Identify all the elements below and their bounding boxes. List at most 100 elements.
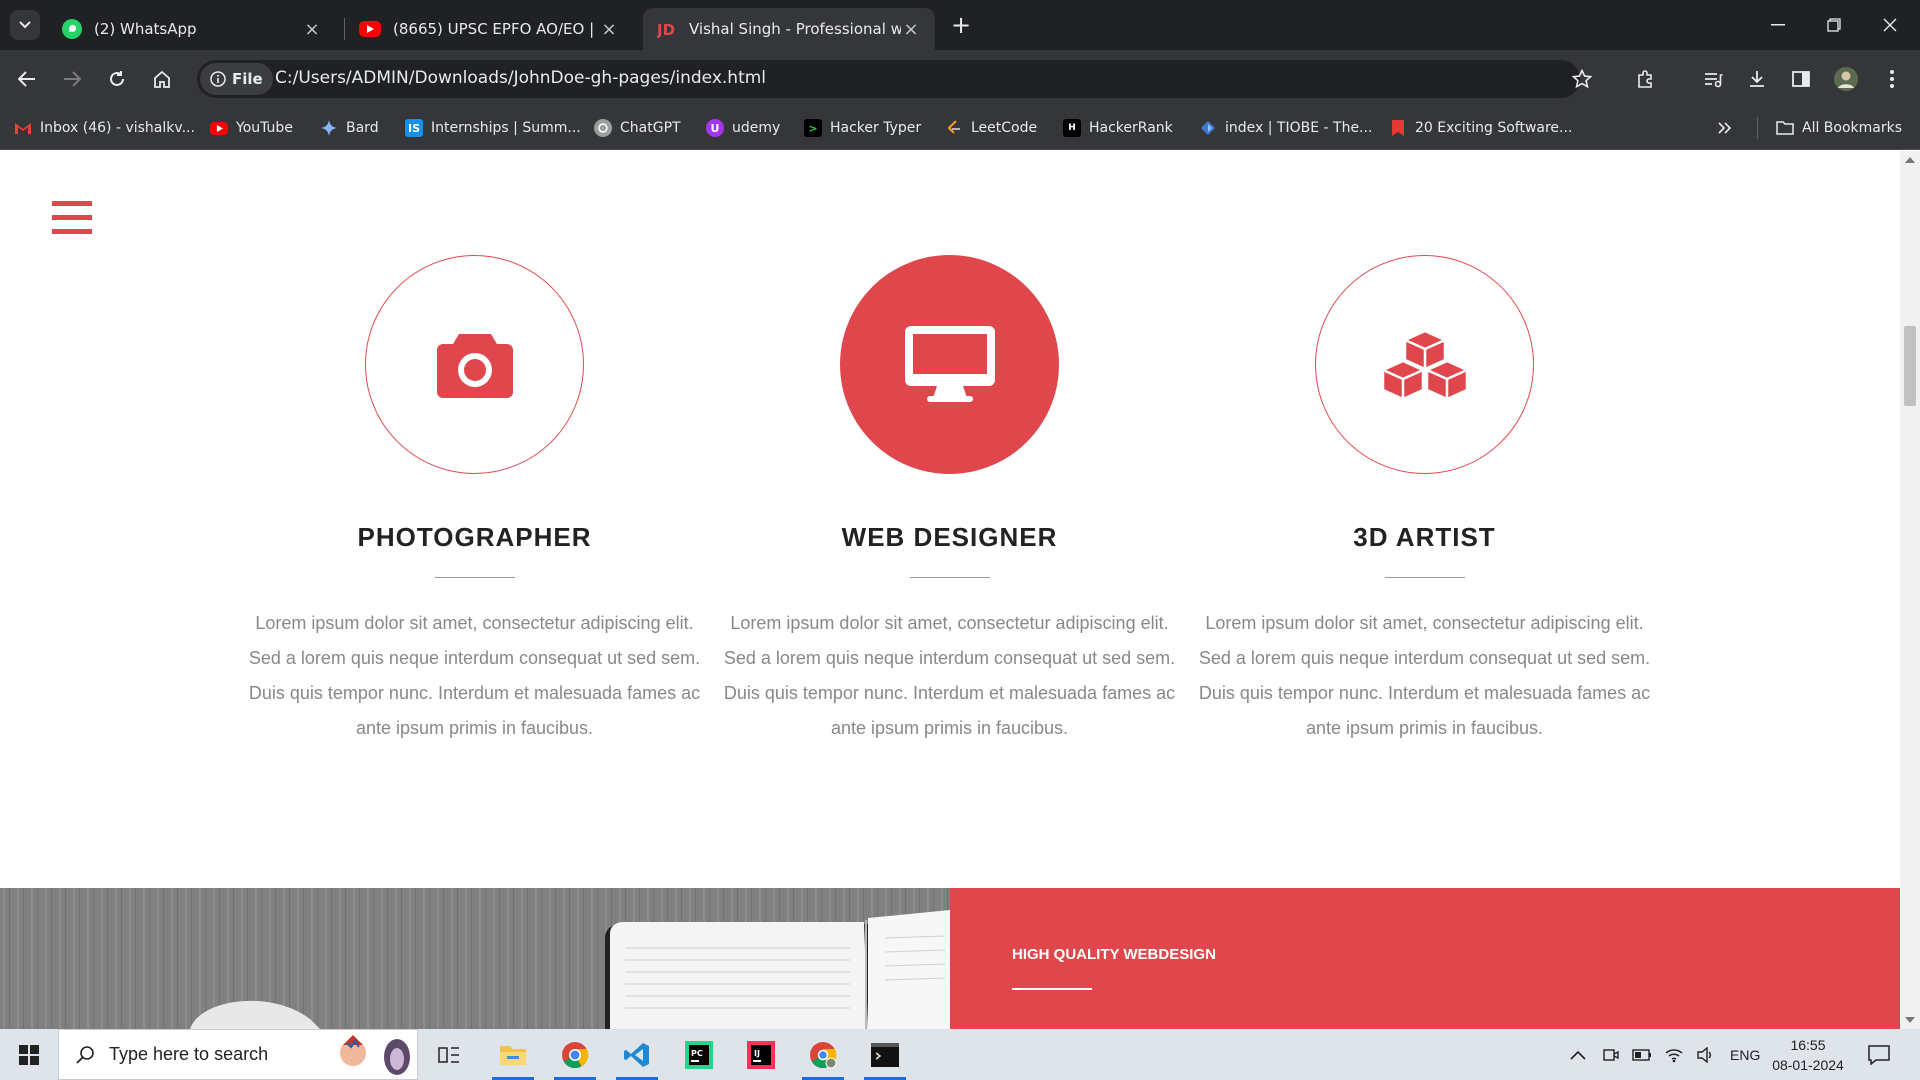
site-info-chip[interactable]: File — [200, 63, 273, 95]
bookmark-separator — [1757, 117, 1758, 139]
svg-text:IJ: IJ — [754, 1049, 760, 1058]
taskbar-intellij[interactable]: IJ — [732, 1029, 790, 1080]
profile-avatar[interactable] — [1831, 64, 1861, 94]
bookmark-label: udemy — [732, 120, 781, 136]
service-description: Lorem ipsum dolor sit amet, consectetur … — [248, 613, 701, 738]
chrome-profile-icon — [810, 1041, 837, 1068]
side-panel-button[interactable] — [1786, 64, 1816, 94]
tab-whatsapp[interactable]: (2) WhatsApp × — [48, 8, 336, 50]
menu-toggle-button[interactable] — [52, 201, 92, 235]
scroll-up-arrow[interactable] — [1905, 157, 1915, 163]
meet-now-icon[interactable] — [1602, 1046, 1620, 1064]
chevron-up-icon[interactable] — [1570, 1050, 1586, 1060]
all-bookmarks-label: All Bookmarks — [1802, 120, 1903, 136]
task-view-icon — [438, 1046, 459, 1063]
bookmark-label: Bard — [346, 120, 379, 136]
bookmark-hacker-typer[interactable]: > Hacker Typer — [804, 114, 921, 142]
bookmark-hackerrank[interactable]: H HackerRank — [1063, 114, 1173, 142]
bookmark-bard[interactable]: Bard — [320, 114, 379, 142]
taskbar-chrome-profile[interactable] — [794, 1029, 852, 1080]
divider — [1012, 988, 1092, 990]
new-tab-button[interactable]: + — [948, 11, 974, 39]
gmail-icon — [14, 119, 32, 137]
bookmark-gmail[interactable]: Inbox (46) - vishalkv... — [14, 114, 195, 142]
taskbar-vscode[interactable] — [608, 1029, 666, 1080]
notifications-button[interactable] — [1850, 1029, 1908, 1080]
page-scrollbar[interactable] — [1900, 151, 1920, 1029]
close-icon[interactable]: × — [901, 19, 921, 40]
service-description: Lorem ipsum dolor sit amet, consectetur … — [1198, 613, 1651, 738]
close-icon[interactable]: × — [599, 19, 619, 40]
bookmark-youtube[interactable]: YouTube — [210, 114, 293, 142]
home-icon — [154, 70, 170, 88]
internshala-icon: IS — [405, 119, 423, 137]
info-icon — [210, 71, 226, 87]
media-queue-icon — [1705, 73, 1723, 88]
bookmark-udemy[interactable]: U udemy — [706, 114, 780, 142]
windows-logo-icon — [19, 1044, 39, 1065]
browser-menu-button[interactable] — [1877, 64, 1907, 94]
tab-portfolio[interactable]: JD Vishal Singh - Professional web × — [643, 8, 935, 50]
wifi-icon[interactable] — [1664, 1047, 1684, 1063]
desk-notebook-image — [0, 888, 950, 1029]
bookmark-label: Internships | Summ... — [431, 120, 581, 136]
home-button[interactable] — [147, 64, 177, 94]
all-bookmarks-button[interactable]: All Bookmarks — [1776, 114, 1902, 142]
chevron-down-icon — [19, 21, 31, 29]
minimize-icon — [1771, 24, 1785, 26]
puzzle-icon — [1638, 70, 1652, 88]
scroll-down-arrow[interactable] — [1905, 1017, 1915, 1023]
more-bookmarks-button[interactable] — [1718, 114, 1732, 142]
scroll-thumb[interactable] — [1904, 326, 1916, 406]
bookmark-star-button[interactable] — [1567, 64, 1597, 94]
close-icon — [1883, 18, 1897, 32]
divider — [909, 577, 990, 578]
volume-icon[interactable] — [1696, 1046, 1714, 1063]
url-text[interactable]: C:/Users/ADMIN/Downloads/JohnDoe-gh-page… — [275, 68, 766, 88]
task-view-button[interactable] — [420, 1029, 478, 1080]
media-control-button[interactable] — [1698, 64, 1728, 94]
divider — [434, 577, 515, 578]
more-vertical-icon — [1890, 70, 1894, 88]
bookmark-label: LeetCode — [971, 120, 1038, 136]
back-button[interactable] — [12, 64, 42, 94]
bookmark-label: YouTube — [236, 120, 293, 136]
close-icon[interactable]: × — [302, 19, 322, 40]
taskbar-pycharm[interactable]: PC — [670, 1029, 728, 1080]
reload-button[interactable] — [102, 64, 132, 94]
chatgpt-icon — [594, 119, 612, 137]
minimize-button[interactable] — [1758, 10, 1798, 40]
restore-button[interactable] — [1814, 10, 1854, 40]
page-viewport: PHOTOGRAPHER Lorem ipsum dolor sit amet,… — [0, 151, 1920, 1029]
taskbar-search-box[interactable]: Type here to search — [58, 1029, 418, 1080]
bookmark-label: HackerRank — [1089, 120, 1173, 136]
youtube-icon — [210, 121, 228, 135]
svg-text:PC: PC — [691, 1049, 703, 1058]
bookmark-red-icon — [1389, 119, 1407, 137]
language-indicator[interactable]: ENG — [1730, 1047, 1760, 1063]
service-icon-circle — [1315, 255, 1534, 474]
tab-title: (8665) UPSC EPFO AO/EO | APF — [393, 20, 599, 38]
clock-time: 16:55 — [1790, 1037, 1826, 1053]
bookmark-software[interactable]: 20 Exciting Software... — [1389, 114, 1572, 142]
extensions-button[interactable] — [1631, 64, 1661, 94]
taskbar-file-explorer[interactable] — [484, 1029, 542, 1080]
downloads-button[interactable] — [1742, 64, 1772, 94]
start-button[interactable] — [0, 1029, 58, 1080]
taskbar-terminal[interactable] — [856, 1029, 914, 1080]
bookmark-leetcode[interactable]: LeetCode — [945, 114, 1037, 142]
tab-youtube[interactable]: (8665) UPSC EPFO AO/EO | APF × — [345, 8, 633, 50]
pycharm-icon: PC — [685, 1040, 713, 1069]
bookmark-label: ChatGPT — [620, 120, 681, 136]
tab-title: (2) WhatsApp — [94, 20, 197, 38]
bookmark-chatgpt[interactable]: ChatGPT — [594, 114, 681, 142]
window-close-button[interactable] — [1870, 10, 1910, 40]
site-chip-label: File — [232, 70, 263, 88]
battery-icon[interactable] — [1632, 1048, 1652, 1062]
bookmark-internships[interactable]: IS Internships | Summ... — [405, 114, 581, 142]
taskbar-chrome[interactable] — [546, 1029, 604, 1080]
tab-search-button[interactable] — [10, 10, 40, 40]
taskbar-clock[interactable]: 16:55 08-01-2024 — [1768, 1035, 1848, 1075]
forward-button[interactable] — [57, 64, 87, 94]
bookmark-tiobe[interactable]: index | TIOBE - The... — [1199, 114, 1372, 142]
